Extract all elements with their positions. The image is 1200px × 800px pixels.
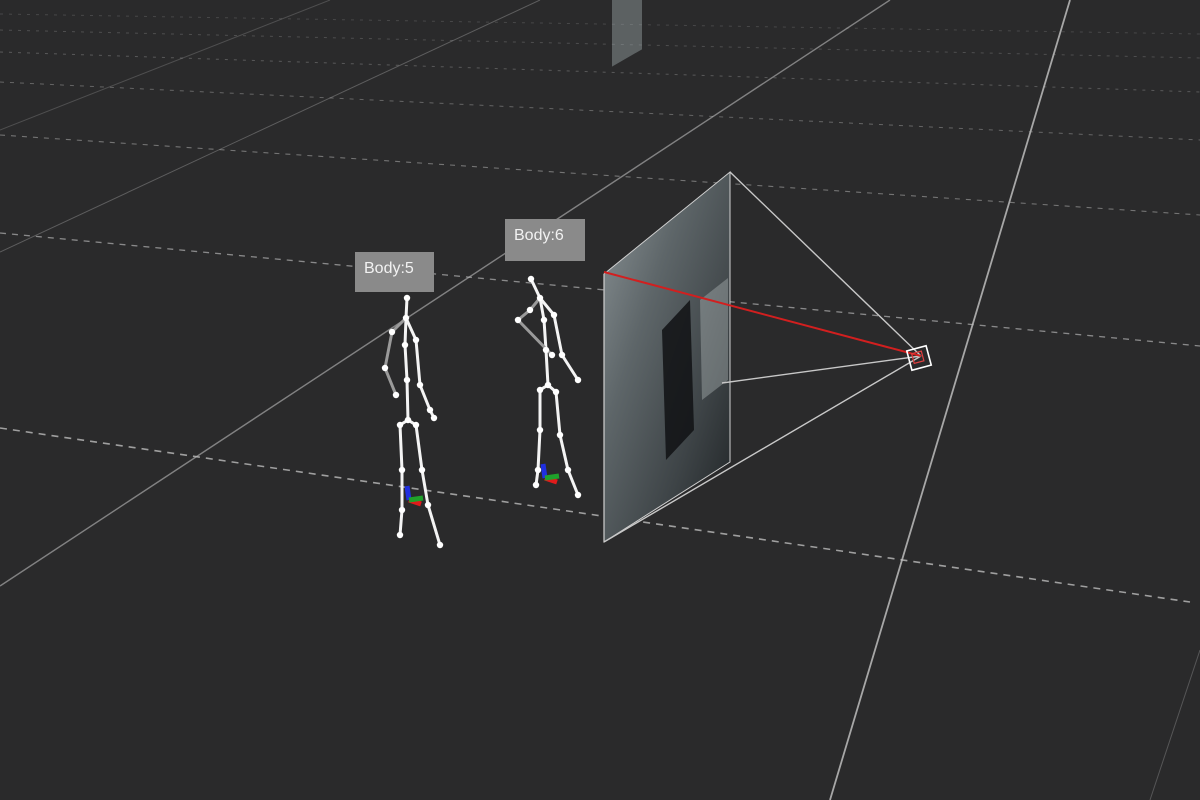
skeleton-joint[interactable] [403, 376, 411, 384]
grid-line [0, 427, 1191, 603]
grid-line [0, 0, 541, 253]
skeleton-joint[interactable] [418, 466, 426, 474]
grid-line [0, 51, 1200, 93]
skeleton-body-6[interactable] [514, 275, 582, 499]
3d-viewport[interactable]: Body:5 Body:6 [0, 0, 1200, 800]
grid-line [0, 13, 1200, 35]
skeleton-bone [418, 383, 432, 412]
skeleton-joint[interactable] [396, 421, 404, 429]
skeleton-joint[interactable] [526, 306, 534, 314]
skeleton-joint[interactable] [558, 351, 566, 359]
skeleton-joint[interactable] [536, 294, 544, 302]
grid-line [0, 29, 1200, 59]
skeleton-bone [566, 468, 580, 497]
skeleton-joint[interactable] [404, 416, 412, 424]
skeleton-joint[interactable] [416, 381, 424, 389]
skeleton-joint[interactable] [388, 328, 396, 336]
skeleton-bone [552, 313, 564, 357]
skeleton-joint[interactable] [542, 346, 550, 354]
skeleton-joint[interactable] [396, 531, 404, 539]
skeleton-bone [403, 316, 408, 347]
skeleton-bone [426, 503, 442, 547]
skeleton-joint[interactable] [550, 311, 558, 319]
skeleton-joint[interactable] [398, 506, 406, 514]
skeleton-joint[interactable] [556, 431, 564, 439]
skeleton-joint[interactable] [436, 541, 444, 549]
skeleton-joint[interactable] [527, 275, 535, 283]
skeleton-joint[interactable] [412, 336, 420, 344]
frustum-edge [721, 355, 922, 384]
skeleton-bone [398, 423, 404, 472]
skeleton-bone [414, 338, 422, 387]
skeleton-joint[interactable] [548, 351, 556, 359]
y-axis [544, 473, 560, 481]
grid-line [0, 134, 1200, 216]
skeleton-joint[interactable] [430, 414, 438, 422]
skeleton-joint[interactable] [536, 426, 544, 434]
skeleton-joint[interactable] [574, 491, 582, 499]
skeleton-joint[interactable] [402, 314, 410, 322]
skeleton-joint[interactable] [401, 341, 409, 349]
grid-line [0, 0, 891, 587]
image-plane-highlight [612, 0, 642, 67]
grid-line [1149, 649, 1200, 800]
skeleton-joint[interactable] [403, 294, 411, 302]
skeleton-joint[interactable] [426, 406, 434, 414]
body-label-5: Body:5 [355, 252, 434, 292]
skeleton-bone [383, 330, 394, 370]
grid-line [0, 0, 331, 131]
grid-line [829, 0, 1071, 800]
skeleton-joint[interactable] [381, 364, 389, 372]
grid-line [0, 232, 1200, 347]
skeleton-body-5[interactable] [381, 294, 444, 549]
scene-canvas[interactable] [0, 0, 1200, 800]
y-axis [408, 495, 424, 503]
skeleton-joint[interactable] [398, 466, 406, 474]
grid-line [0, 81, 1200, 141]
body-label-6: Body:6 [505, 219, 585, 261]
skeleton-joint[interactable] [536, 386, 544, 394]
skeleton-bone [383, 366, 398, 397]
skeleton-joint[interactable] [574, 376, 582, 384]
skeleton-bone [405, 378, 410, 422]
skeleton-bone [536, 428, 542, 472]
skeleton-joint[interactable] [540, 316, 548, 324]
skeleton-joint[interactable] [534, 466, 542, 474]
ground-grid [0, 0, 1200, 800]
skeleton-joint[interactable] [544, 381, 552, 389]
skeleton-joint[interactable] [532, 481, 540, 489]
skeleton-joint[interactable] [552, 388, 560, 396]
skeleton-bone [414, 423, 424, 472]
skeleton-joint[interactable] [412, 421, 420, 429]
skeleton-joint[interactable] [564, 466, 572, 474]
frustum-edge [729, 171, 922, 357]
skeleton-bone [560, 353, 580, 382]
skeleton-bone [403, 343, 409, 382]
skeleton-joint[interactable] [514, 316, 522, 324]
skeleton-bone [544, 348, 550, 387]
skeleton-joint[interactable] [424, 501, 432, 509]
skeleton-bone [404, 316, 418, 342]
skeleton-joint[interactable] [392, 391, 400, 399]
skeleton-bone [398, 508, 404, 537]
skeleton-bone [558, 433, 570, 472]
skeleton-bone [554, 390, 562, 437]
